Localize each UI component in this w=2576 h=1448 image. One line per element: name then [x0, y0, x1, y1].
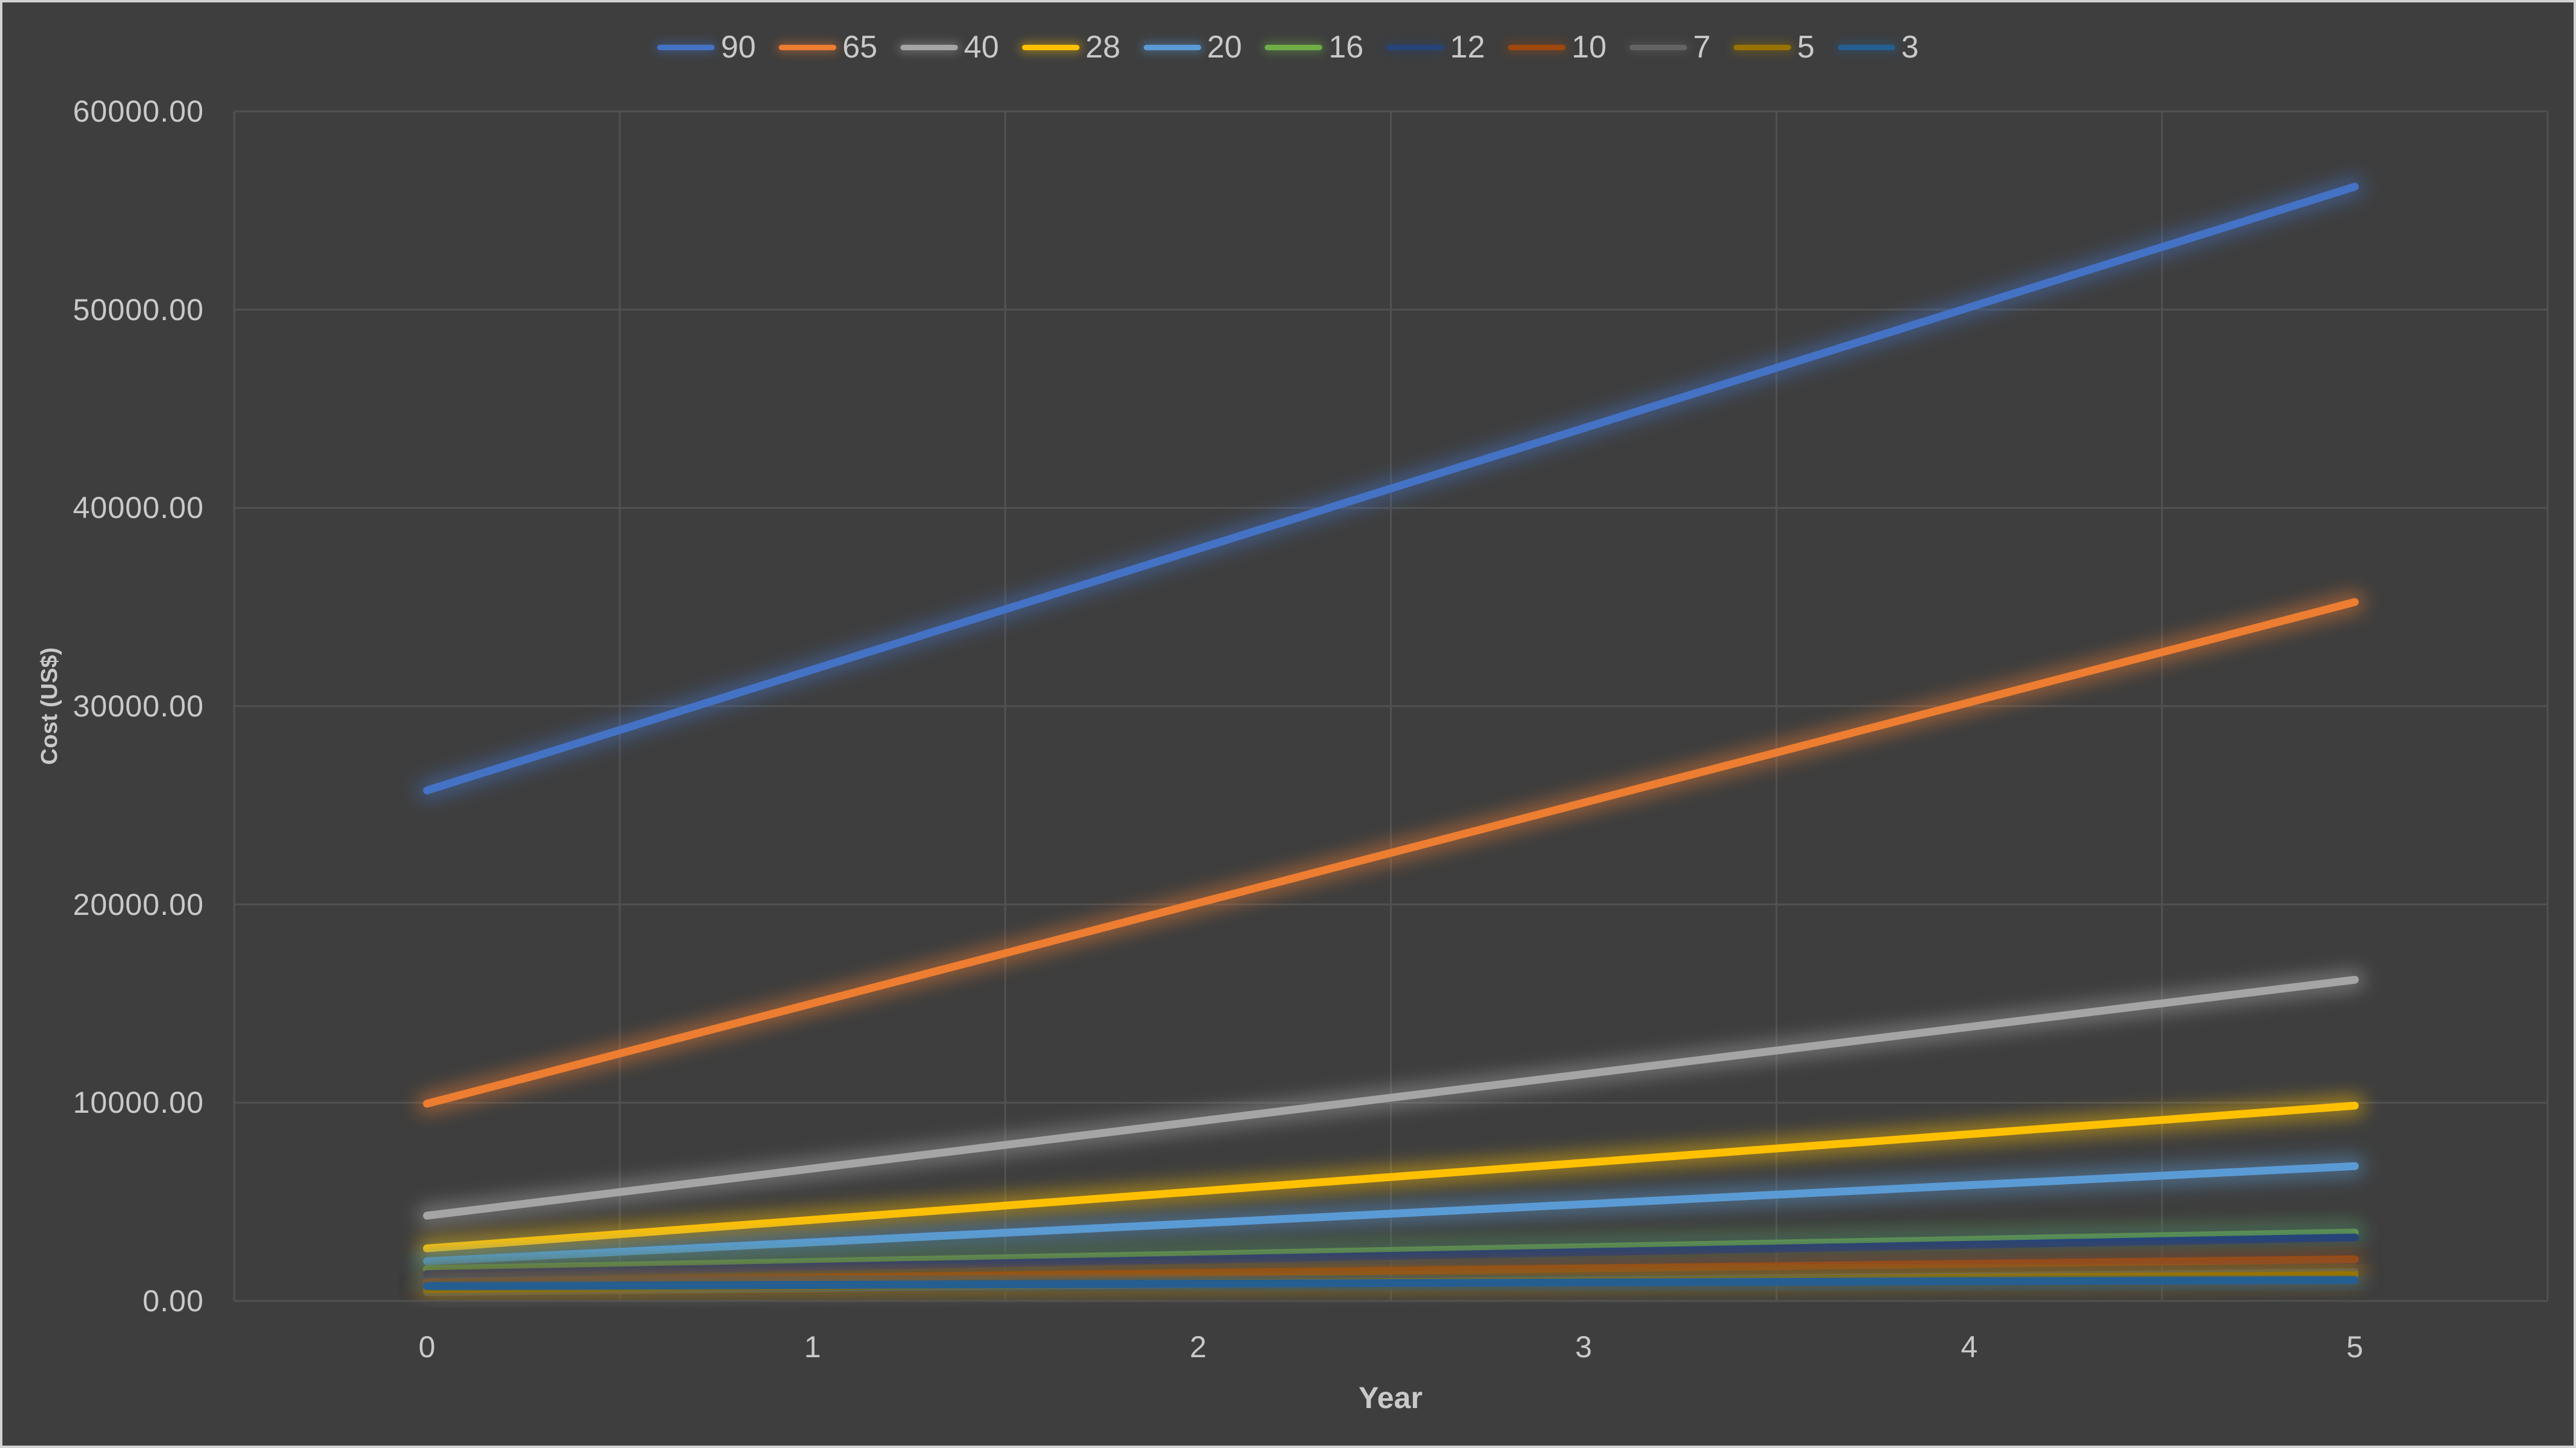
legend-swatch-icon: [1386, 45, 1444, 50]
y-axis-label: 50000.00: [59, 294, 204, 326]
legend-item-40: 40: [900, 29, 999, 65]
legend-swatch-icon: [657, 45, 715, 50]
y-axis-label: 60000.00: [59, 96, 204, 127]
legend-label: 20: [1207, 29, 1242, 65]
legend-swatch-icon: [779, 45, 836, 50]
legend-item-90: 90: [657, 29, 756, 65]
x-axis-label: 3: [1523, 1331, 1644, 1363]
legend-swatch-icon: [1265, 45, 1322, 50]
legend-label: 28: [1086, 29, 1121, 65]
legend-label: 90: [721, 29, 756, 65]
y-axis-label: 0.00: [59, 1285, 204, 1317]
legend-item-65: 65: [779, 29, 877, 65]
legend-label: 40: [964, 29, 999, 65]
legend-label: 16: [1328, 29, 1363, 65]
y-axis-title: Cost (US$): [37, 525, 67, 888]
legend-item-28: 28: [1022, 29, 1121, 65]
y-axis-label: 30000.00: [59, 690, 204, 722]
legend-item-16: 16: [1265, 29, 1363, 65]
legend-label: 5: [1797, 29, 1815, 65]
x-axis-label: 5: [2294, 1331, 2415, 1363]
x-axis-label: 4: [1909, 1331, 2030, 1363]
y-axis-label: 20000.00: [59, 889, 204, 920]
chart-area: 9065402820161210753 0.0010000.0020000.00…: [0, 0, 2576, 1448]
legend-item-5: 5: [1734, 29, 1815, 65]
plot-svg: [2, 2, 2574, 1446]
y-axis-label: 40000.00: [59, 492, 204, 523]
legend-swatch-icon: [900, 45, 958, 50]
legend-swatch-icon: [1022, 45, 1080, 50]
legend-label: 65: [842, 29, 877, 65]
x-axis-label: 0: [367, 1331, 488, 1363]
legend-item-20: 20: [1144, 29, 1242, 65]
legend-label: 12: [1450, 29, 1485, 65]
legend-label: 7: [1693, 29, 1711, 65]
legend-item-3: 3: [1838, 29, 1919, 65]
legend-swatch-icon: [1508, 45, 1565, 50]
legend-item-12: 12: [1386, 29, 1485, 65]
legend: 90 65 40 28 20 16 12 10 7 5 3: [2, 29, 2574, 65]
legend-swatch-icon: [1838, 45, 1895, 50]
legend-label: 3: [1901, 29, 1919, 65]
legend-item-7: 7: [1630, 29, 1711, 65]
y-axis-label: 10000.00: [59, 1087, 204, 1118]
legend-swatch-icon: [1630, 45, 1687, 50]
legend-swatch-icon: [1144, 45, 1201, 50]
legend-label: 10: [1571, 29, 1607, 65]
x-axis-label: 1: [752, 1331, 873, 1363]
legend-item-10: 10: [1508, 29, 1607, 65]
legend-swatch-icon: [1734, 45, 1791, 50]
x-axis-label: 2: [1138, 1331, 1259, 1363]
x-axis-title: Year: [1209, 1380, 1572, 1415]
